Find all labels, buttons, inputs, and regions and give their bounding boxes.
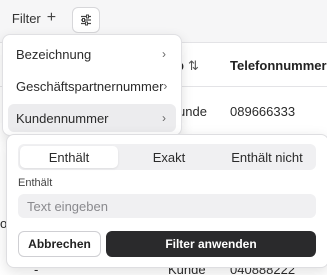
menu-item-geschaeftspartnernummer[interactable]: Geschäftspartnernummer › [8, 72, 176, 100]
column-header-telefonnummer[interactable]: Telefonnummer↑ [230, 58, 327, 73]
filter-button-label: Filter [11, 10, 41, 26]
filter-field-label: Enthält [18, 177, 53, 189]
chevron-right-icon: › [162, 111, 166, 125]
chevron-right-icon: › [162, 47, 166, 61]
table-cell-phone: 089666333 [230, 104, 296, 119]
menu-item-bezeichnung[interactable]: Bezeichnung › [8, 40, 176, 68]
table-cell-type: unde [178, 104, 207, 119]
match-mode-selector: Enthält Exakt Enthält nicht [18, 144, 316, 170]
column-settings-button[interactable] [72, 7, 100, 33]
cancel-button[interactable]: Abbrechen [18, 231, 101, 257]
sliders-icon [81, 14, 91, 26]
column-header-label: Telefonnummer [230, 58, 327, 73]
mode-option-exakt[interactable]: Exakt [120, 144, 218, 170]
filter-text-input[interactable] [18, 194, 316, 218]
filter-field-menu: Bezeichnung › Geschäftspartnernummer › K… [2, 34, 182, 136]
mode-option-enthaelt[interactable]: Enthält [20, 146, 118, 168]
filter-panel: Enthält Exakt Enthält nicht Enthält Abbr… [6, 134, 327, 268]
mode-option-enthaelt-nicht[interactable]: Enthält nicht [218, 144, 316, 170]
filter-button[interactable]: Filter + [4, 5, 64, 31]
menu-item-kundennummer[interactable]: Kundennummer › [8, 104, 176, 132]
filter-screen: Filter + p⇅ Telefonnummer↑ unde 08966633… [0, 0, 327, 275]
apply-filter-button[interactable]: Filter anwenden [106, 231, 316, 257]
menu-item-label: Kundennummer [16, 110, 109, 126]
sort-icon[interactable]: ⇅ [188, 58, 199, 73]
plus-icon: + [46, 9, 57, 26]
menu-item-label: Bezeichnung [16, 46, 92, 62]
chevron-right-icon: › [163, 79, 168, 93]
menu-item-label: Geschäftspartnernummer [16, 78, 164, 94]
